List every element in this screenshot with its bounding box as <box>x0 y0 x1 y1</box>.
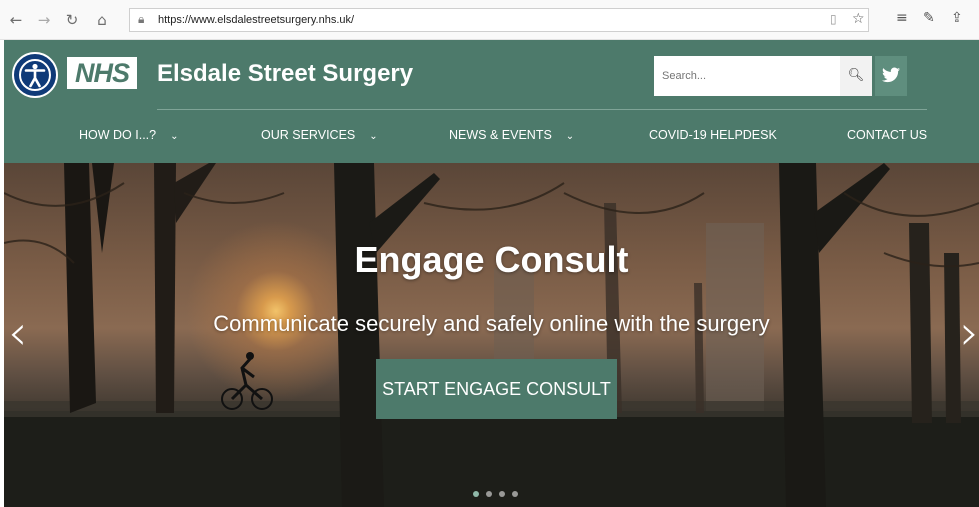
carousel-dot[interactable] <box>499 491 505 497</box>
chevron-down-icon: ⌄ <box>565 131 575 142</box>
nav-item-how-do-i[interactable]: HOW DO I...? ⌄ <box>79 128 178 142</box>
browser-toolbar: ← → ↻ ⌂ 🔒︎ https://www.elsdalestreetsurg… <box>0 0 979 40</box>
nav-item-news-events[interactable]: NEWS & EVENTS ⌄ <box>449 128 574 142</box>
back-icon[interactable]: ← <box>6 10 26 30</box>
favorite-star-icon[interactable]: ☆ <box>852 11 865 27</box>
reading-view-icon[interactable]: ▯ <box>830 12 837 26</box>
twitter-icon <box>882 67 900 83</box>
carousel-dot[interactable] <box>486 491 492 497</box>
search-icon: 🔍︎ <box>847 68 865 83</box>
twitter-button[interactable] <box>875 56 907 96</box>
main-navigation: HOW DO I...? ⌄ OUR SERVICES ⌄ NEWS & EVENT… <box>4 110 979 163</box>
chevron-down-icon: ⌄ <box>369 131 378 142</box>
forward-icon[interactable]: → <box>34 10 54 30</box>
carousel-next-arrow-icon[interactable]: › <box>960 309 979 357</box>
refresh-icon[interactable]: ↻ <box>62 10 82 30</box>
hero-carousel: Engage Consult Communicate securely and … <box>4 163 979 507</box>
hero-title: Engage Consult <box>354 239 629 280</box>
nav-item-covid-helpdesk[interactable]: COVID-19 HELPDESK <box>649 128 777 142</box>
accessibility-icon[interactable] <box>12 52 58 98</box>
search-button[interactable]: 🔍︎ <box>840 56 872 96</box>
nav-item-our-services[interactable]: OUR SERVICES ⌄ <box>261 128 378 142</box>
pen-icon[interactable]: ✎ <box>923 10 935 26</box>
hero-subtitle: Communicate securely and safely online w… <box>213 311 770 336</box>
carousel-dot[interactable] <box>473 491 479 497</box>
site-header: NHS Elsdale Street Surgery 🔍︎ HOW DO I..… <box>4 40 979 163</box>
site-title[interactable]: Elsdale Street Surgery <box>157 60 413 88</box>
share-icon[interactable]: ⇪ <box>951 10 963 26</box>
carousel-indicators <box>473 484 525 497</box>
address-bar[interactable]: 🔒︎ https://www.elsdalestreetsurgery.nhs.… <box>129 8 869 32</box>
nhs-logo[interactable]: NHS <box>67 57 137 89</box>
chevron-down-icon: ⌄ <box>170 131 179 142</box>
favorites-list-icon[interactable]: ≡ <box>896 10 908 26</box>
search-input[interactable] <box>654 56 840 96</box>
nav-item-contact-us[interactable]: CONTACT US <box>847 128 927 142</box>
home-icon[interactable]: ⌂ <box>92 10 112 30</box>
carousel-dot[interactable] <box>512 491 518 497</box>
lock-icon: 🔒︎ <box>138 12 145 26</box>
start-engage-consult-button[interactable]: START ENGAGE CONSULT <box>376 359 617 419</box>
carousel-prev-arrow-icon[interactable]: ‹ <box>8 309 27 357</box>
address-url[interactable]: https://www.elsdalestreetsurgery.nhs.uk/ <box>158 14 354 26</box>
